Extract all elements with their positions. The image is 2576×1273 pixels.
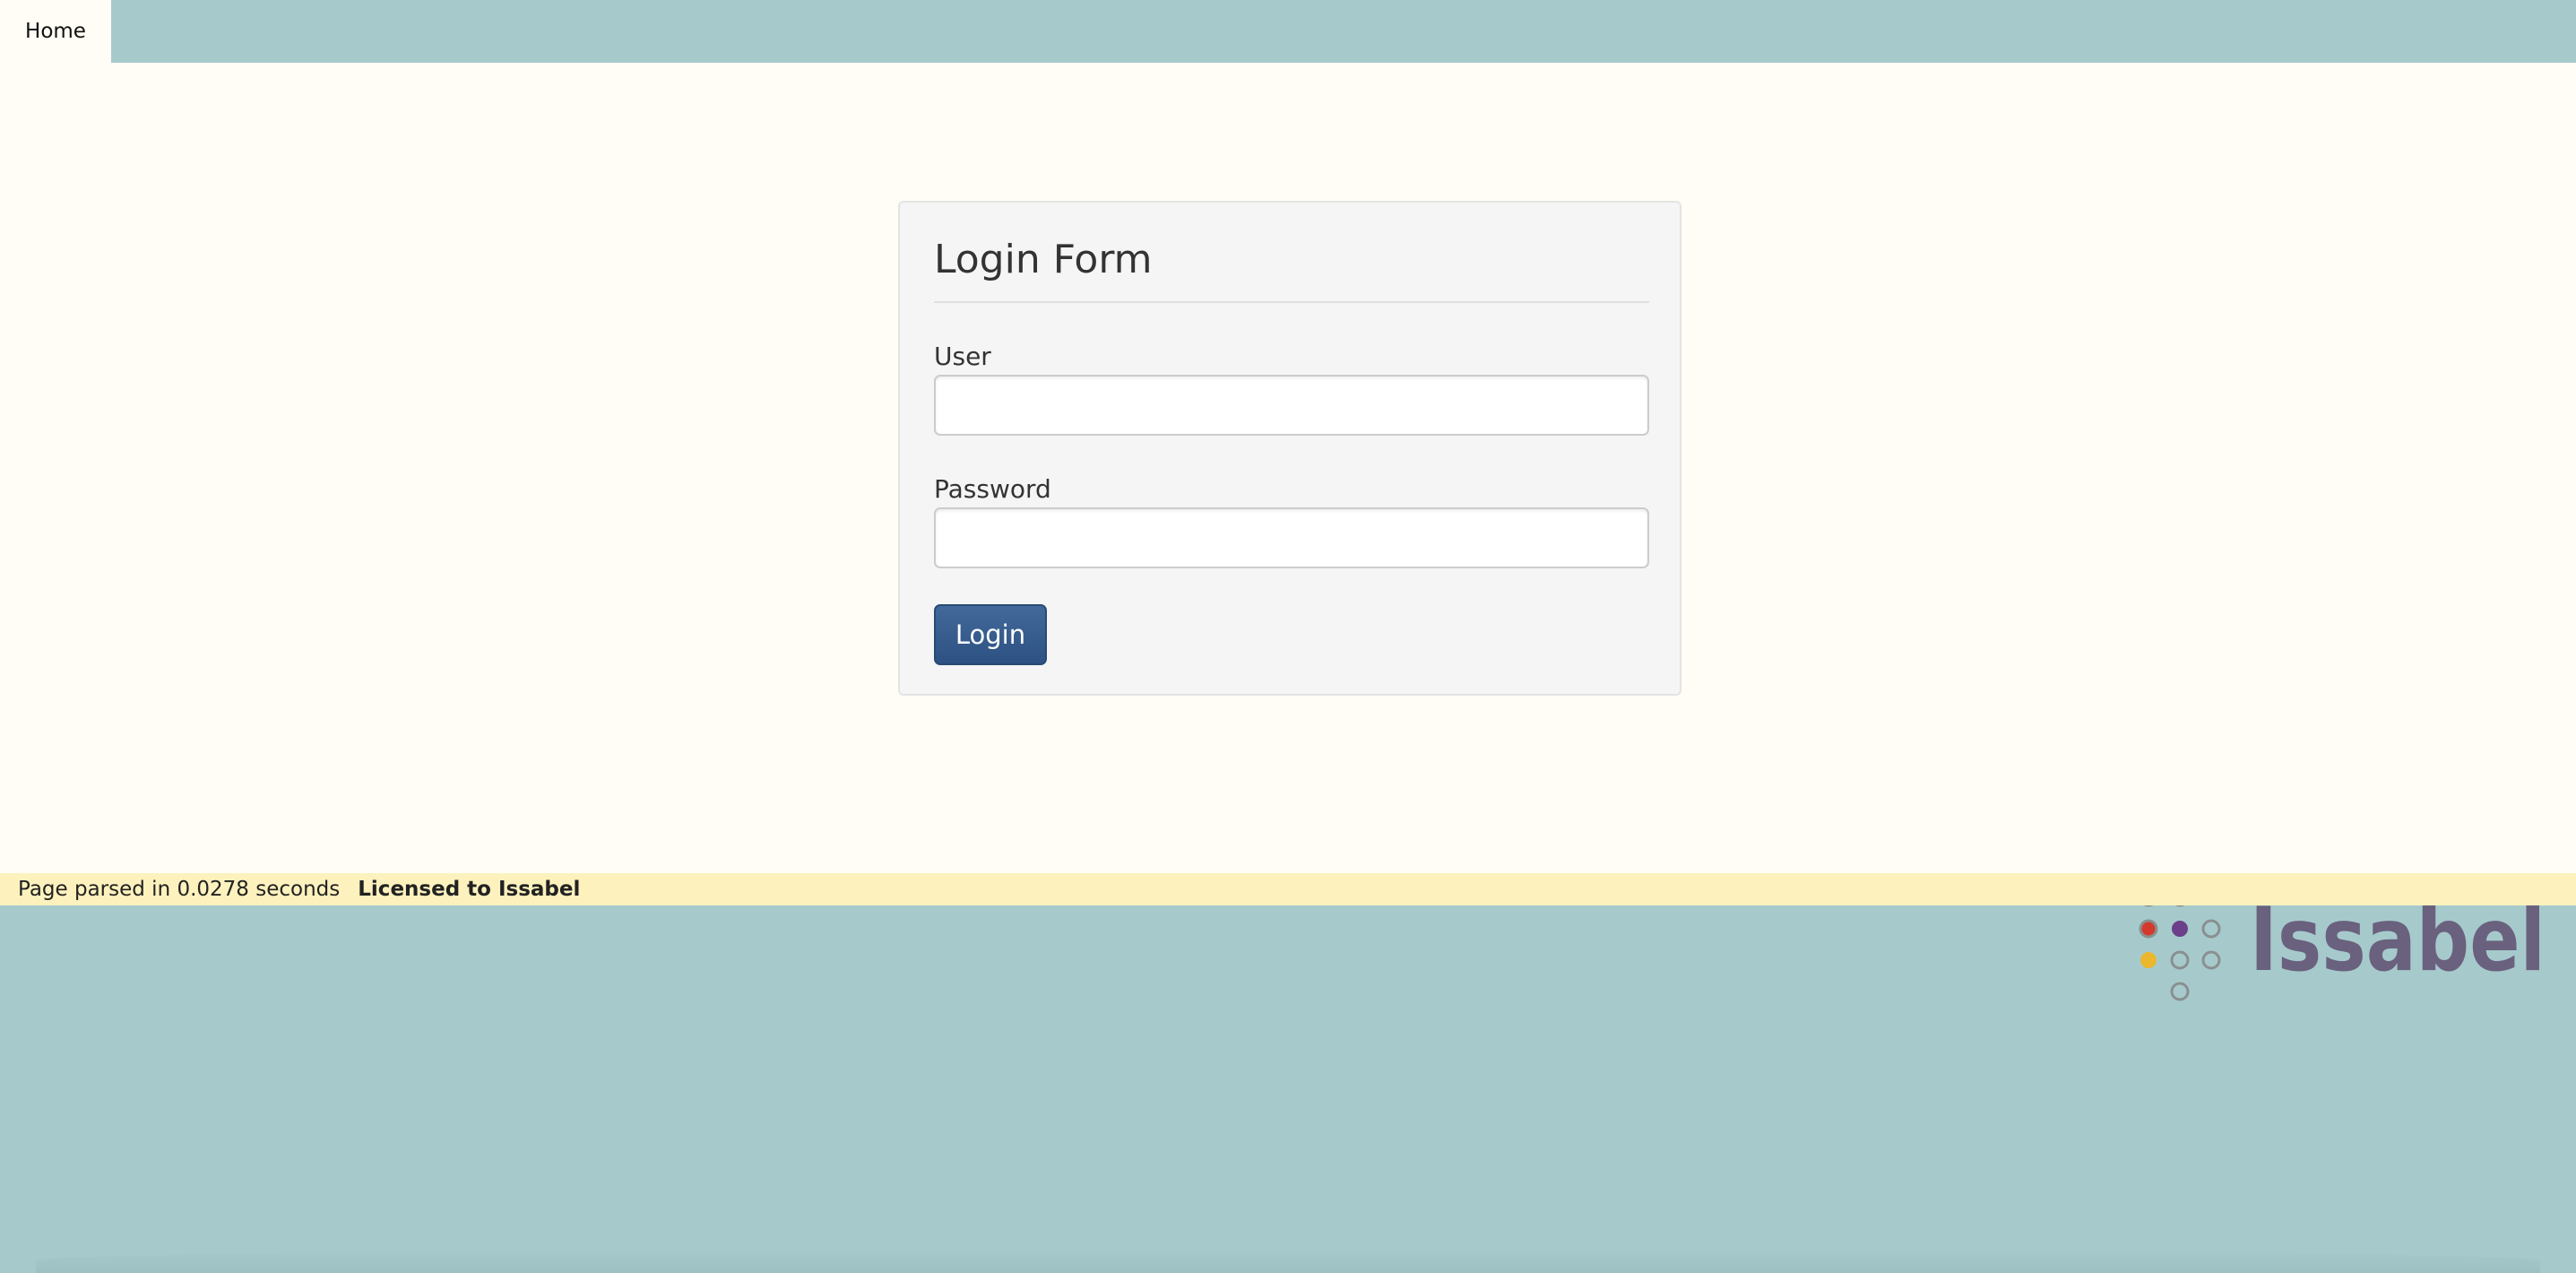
login-form-title: Login Form <box>934 237 1153 282</box>
password-input[interactable] <box>934 507 1649 568</box>
tab-home[interactable]: Home <box>0 0 111 63</box>
status-bar: Page parsed in 0.0278 seconds Licensed t… <box>0 873 2576 905</box>
footer: Issabel <box>0 905 2576 1273</box>
login-form: Login Form User Password Login <box>898 201 1681 696</box>
user-label: User <box>934 342 991 371</box>
main-content: Login Form User Password Login <box>0 63 2576 873</box>
issabel-logo: Issabel <box>2139 905 2546 1001</box>
footer-shadow <box>36 1248 2540 1273</box>
logo-dot <box>2170 950 2190 970</box>
login-button[interactable]: Login <box>934 604 1047 665</box>
password-label: Password <box>934 474 1051 504</box>
logo-dot <box>2201 950 2221 970</box>
license-text: Licensed to Issabel <box>358 878 581 901</box>
logo-dot <box>2172 921 2188 937</box>
page-parse-time: Page parsed in 0.0278 seconds <box>18 878 341 901</box>
user-input[interactable] <box>934 375 1649 436</box>
logo-wordmark: Issabel <box>2250 905 2546 992</box>
logo-dot <box>2140 952 2157 968</box>
logo-dot <box>2139 919 2158 939</box>
title-divider <box>934 301 1649 303</box>
logo-dot <box>2170 982 2190 1001</box>
top-nav-bar: Home <box>0 0 2576 63</box>
logo-dot <box>2201 919 2221 939</box>
